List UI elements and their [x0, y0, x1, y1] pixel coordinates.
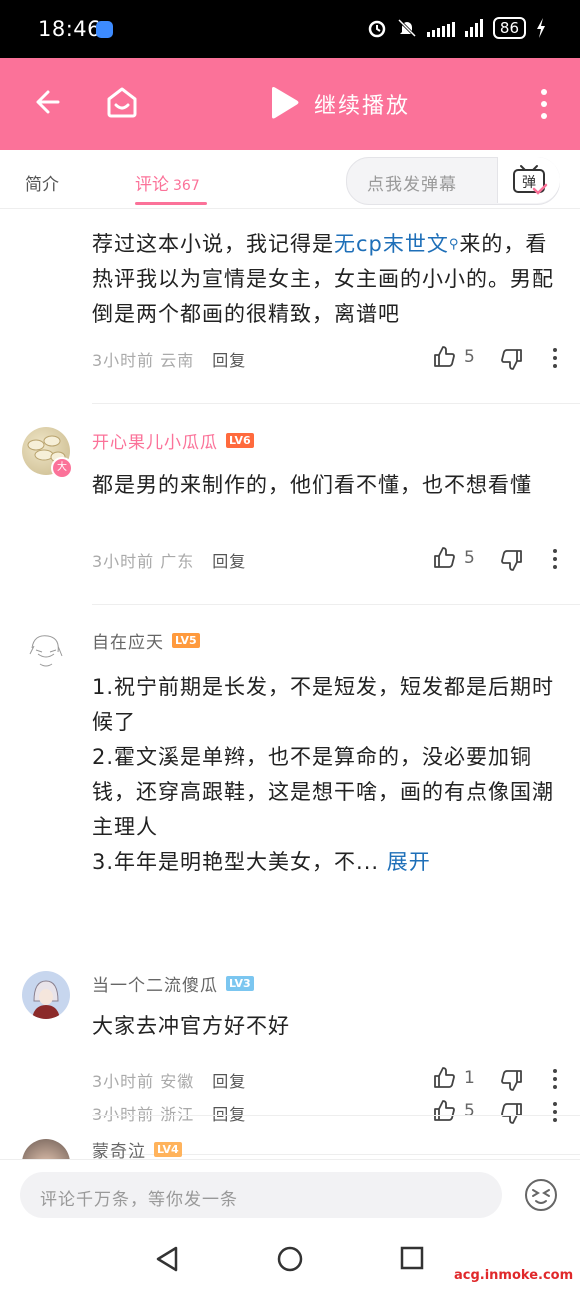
avatar-image [29, 635, 63, 667]
thumbs-up-icon [434, 547, 455, 568]
comment-input-placeholder: 评论千万条，等你发一条 [40, 1190, 238, 1210]
like-button[interactable]: 5 [432, 345, 475, 369]
mute-icon [397, 18, 416, 38]
comment-meta: 3小时前 安徽 回复 [92, 1068, 246, 1092]
comment-text: 都是男的来制作的，他们看不懂，也不想看懂 [92, 473, 532, 497]
play-icon[interactable] [268, 86, 300, 120]
comment-username[interactable]: 开心果儿小瓜瓜 [92, 428, 218, 453]
danmu-icon: 弹 [513, 165, 548, 195]
app-notification-icon [96, 21, 113, 38]
thumbs-up-icon [434, 346, 455, 367]
comment-text: 大家去冲官方好不好 [92, 1014, 290, 1038]
comment-divider [92, 1115, 580, 1116]
danmu-input[interactable]: 点我发弹幕 弹 [346, 157, 560, 205]
comment-link[interactable]: 无cp末世文 [334, 232, 449, 256]
tab-comments-count: 367 [173, 178, 200, 194]
nav-recent-apps-icon[interactable] [400, 1246, 424, 1270]
reply-button[interactable]: 回复 [212, 1072, 246, 1091]
thumbs-down-icon[interactable] [500, 548, 524, 572]
comment-location: 云南 [160, 351, 195, 370]
emoji-icon[interactable] [524, 1178, 558, 1212]
comment-divider [92, 604, 580, 605]
status-icons: 86 [367, 17, 546, 39]
expand-link[interactable]: 展开 [387, 850, 431, 874]
comment-text-body: 1.祝宁前期是长发，不是短发，短发都是后期时候了 2.霍文溪是单辫，也不是算命的… [92, 675, 555, 874]
avatar-badge: 大 [51, 457, 73, 479]
comment-more-icon[interactable] [552, 1068, 558, 1090]
tab-active-indicator [135, 202, 207, 205]
tab-comments[interactable]: 评论 367 [135, 170, 200, 195]
comment-username[interactable]: 当一个二流傻瓜 [92, 971, 218, 996]
like-count: 5 [464, 347, 475, 367]
back-arrow-icon[interactable] [30, 86, 62, 118]
comment-time: 3小时前 [92, 552, 155, 571]
signal-icon [426, 19, 455, 37]
signal-icon-2 [464, 19, 483, 37]
tab-intro[interactable]: 简介 [25, 170, 59, 195]
nav-home-icon[interactable] [276, 1245, 304, 1273]
like-button[interactable]: 1 [432, 1066, 475, 1090]
like-count: 5 [464, 548, 475, 568]
alarm-icon [368, 20, 386, 38]
level-badge: LV6 [226, 433, 254, 448]
level-badge: LV5 [172, 633, 200, 648]
comment-input-bar: 评论千万条，等你发一条 [0, 1159, 580, 1230]
comment-divider [92, 403, 580, 404]
thumbs-up-icon [434, 1067, 455, 1088]
level-badge: LV4 [154, 1142, 182, 1157]
avatar-image [32, 980, 60, 1019]
avatar[interactable] [22, 971, 70, 1019]
comment-username-row: 自在应天 LV5 [92, 628, 200, 653]
level-badge: LV3 [226, 976, 254, 991]
status-bar: 18:46 86 [0, 0, 580, 58]
danmu-placeholder: 点我发弹幕 [367, 175, 457, 195]
thumbs-down-icon[interactable] [500, 1101, 524, 1125]
top-bar: 继续播放 [0, 58, 580, 150]
tab-comments-label: 评论 [135, 175, 169, 195]
comment-username-row: 蒙奇泣 LV4 [92, 1137, 182, 1159]
comment-text-part: 荐过这本小说，我记得是 [92, 232, 334, 256]
comment-meta: 3小时前 广东 回复 [92, 548, 246, 572]
comment-more-icon[interactable] [552, 1101, 558, 1123]
charging-icon [537, 18, 545, 38]
thumbs-up-icon [434, 1100, 455, 1121]
search-icon[interactable]: ⚲ [449, 237, 460, 252]
comment-location: 安徽 [160, 1072, 195, 1091]
comment-username[interactable]: 蒙奇泣 [92, 1137, 146, 1159]
comment-input[interactable]: 评论千万条，等你发一条 [20, 1172, 502, 1218]
comment-time: 3小时前 [92, 1072, 155, 1091]
more-options-icon[interactable] [538, 88, 550, 120]
nav-back-icon[interactable] [154, 1245, 180, 1273]
comment-meta: 3小时前 云南 回复 [92, 347, 246, 371]
like-button[interactable]: 5 [432, 1099, 475, 1123]
avatar[interactable] [22, 628, 70, 676]
thumbs-down-icon[interactable] [500, 1068, 524, 1092]
watermark: acg.inmoke.com [454, 1268, 574, 1283]
thumbs-down-icon[interactable] [500, 347, 524, 371]
avatar[interactable] [22, 1139, 70, 1159]
comment-location: 广东 [160, 552, 195, 571]
comment-username-row: 当一个二流傻瓜 LV3 [92, 971, 254, 996]
reply-button[interactable]: 回复 [212, 351, 246, 370]
like-count: 5 [464, 1101, 475, 1121]
comment-username[interactable]: 自在应天 [92, 628, 164, 653]
comment-more-icon[interactable] [552, 347, 558, 369]
status-time: 18:46 [38, 17, 102, 41]
like-count: 1 [464, 1068, 475, 1088]
comment-meta: 3小时前 浙江 回复 [92, 1101, 246, 1125]
comment-more-icon[interactable] [552, 548, 558, 570]
reply-button[interactable]: 回复 [212, 552, 246, 571]
comment-username-row: 开心果儿小瓜瓜 LV6 [92, 428, 254, 453]
danmu-toggle-button[interactable]: 弹 [497, 157, 560, 203]
battery-icon: 86 [492, 17, 526, 39]
like-button[interactable]: 5 [432, 546, 475, 570]
comment-text-cutoff: 对号性的设计，还没有建义，在看到别人推 [92, 209, 557, 228]
comment-time: 3小时前 [92, 351, 155, 370]
comment-list[interactable]: 对号性的设计，还没有建义，在看到别人推 荐过这本小说，我记得是无cp末世文⚲来的… [0, 209, 580, 1159]
continue-play-label[interactable]: 继续播放 [314, 88, 410, 120]
comment-text: 1.祝宁前期是长发，不是短发，短发都是后期时候了 2.霍文溪是单辫，也不是算命的… [92, 670, 557, 880]
home-icon[interactable] [104, 84, 140, 120]
comment-text: 荐过这本小说，我记得是无cp末世文⚲来的，看热评我以为宣情是女主，女主画的小小的… [92, 227, 557, 332]
